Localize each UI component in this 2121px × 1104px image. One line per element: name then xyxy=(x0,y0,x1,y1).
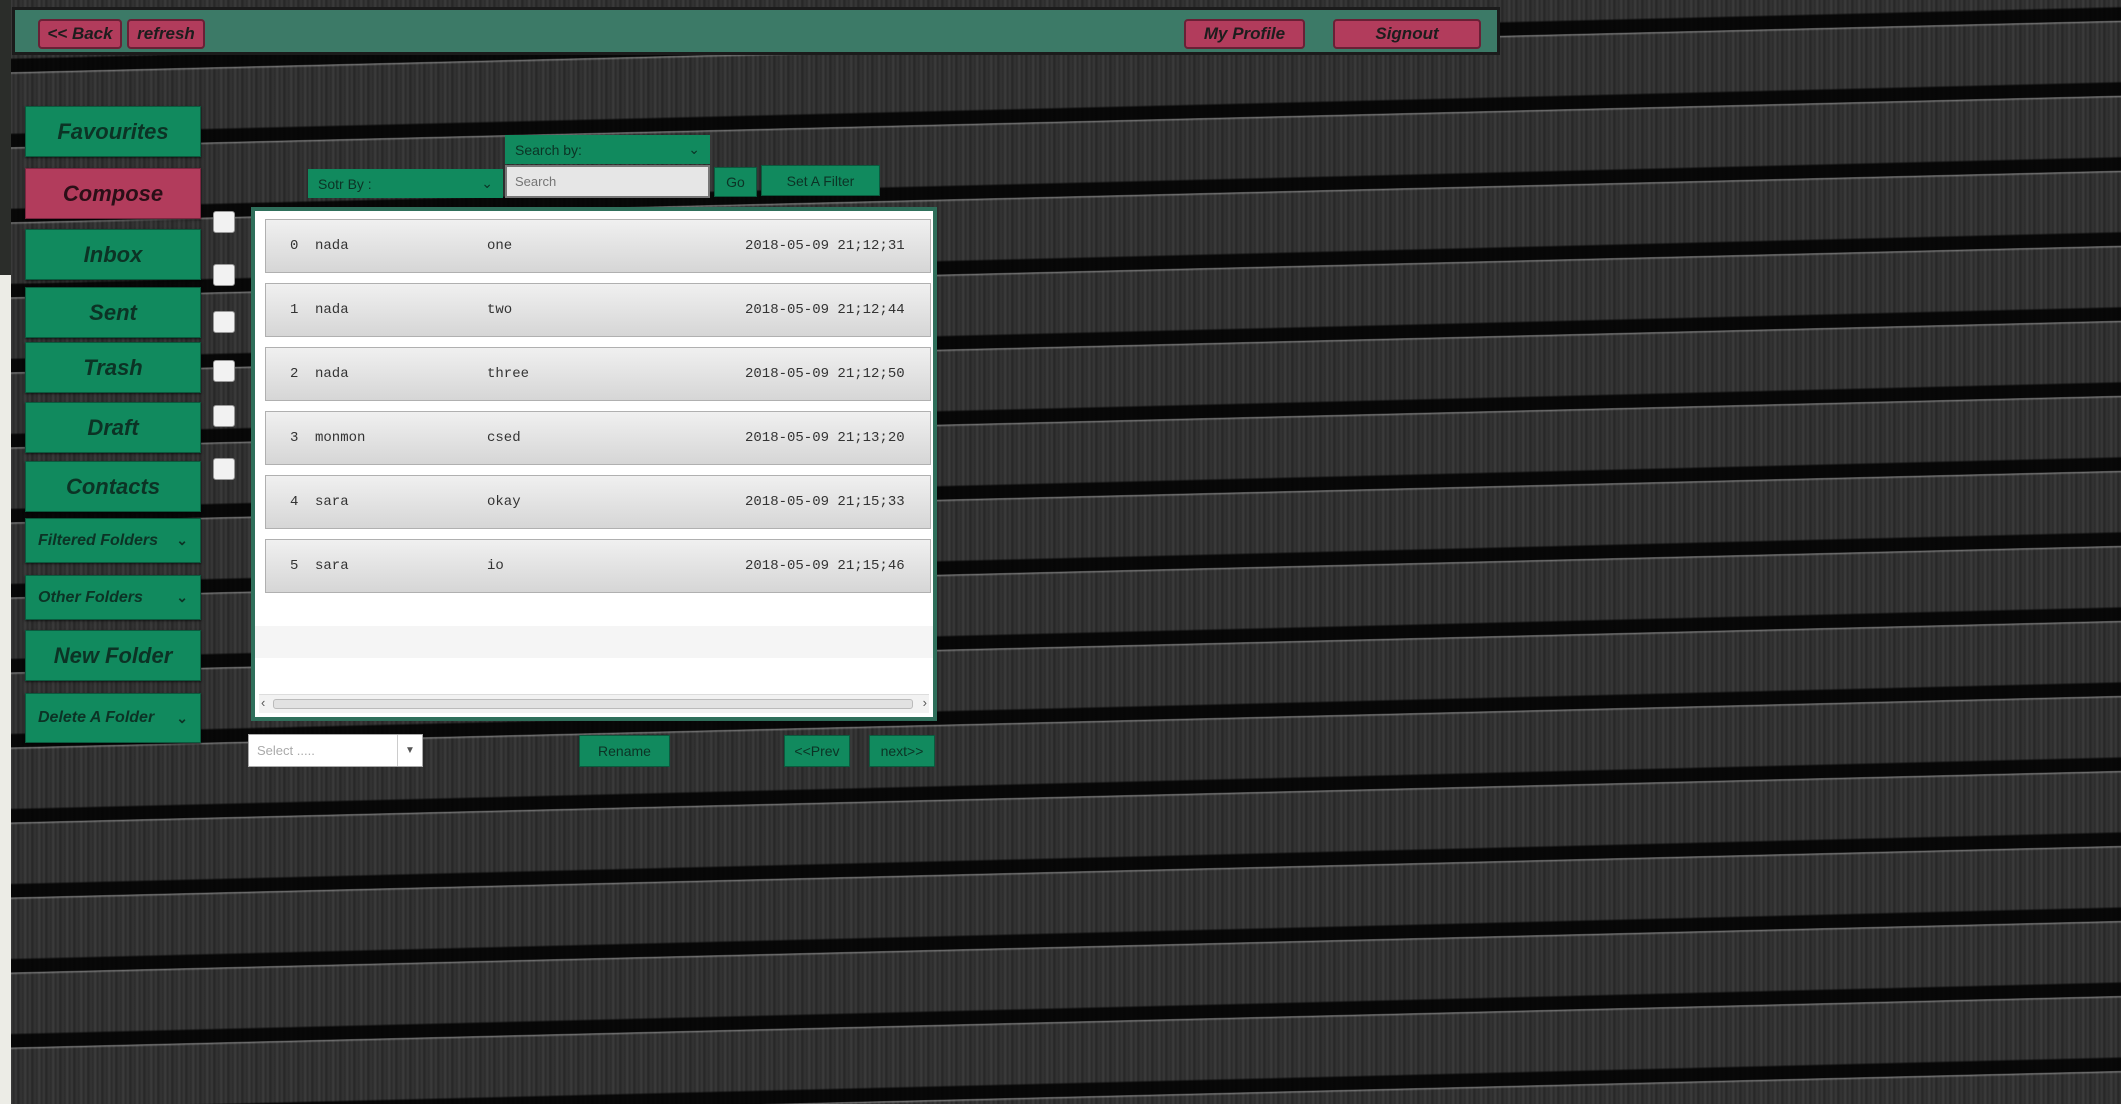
row-sender: sara xyxy=(315,494,349,510)
chevron-down-icon: ⌄ xyxy=(176,532,188,548)
row-date: 2018-05-09 21;12;44 xyxy=(745,302,905,318)
sidebar-item-inbox[interactable]: Inbox xyxy=(25,229,201,280)
row-index: 1 xyxy=(290,302,299,318)
row-sender: monmon xyxy=(315,430,366,446)
message-checkbox[interactable] xyxy=(213,311,235,333)
chevron-down-icon: ⌄ xyxy=(176,709,188,726)
table-row[interactable]: 4 sara okay 2018-05-09 21;15;33 xyxy=(265,475,931,529)
new-folder-button[interactable]: New Folder xyxy=(25,630,201,681)
row-date: 2018-05-09 21;12;31 xyxy=(745,238,905,254)
search-by-dropdown[interactable]: Search by: ⌄ xyxy=(505,135,710,164)
row-subject: two xyxy=(487,302,513,318)
search-input[interactable] xyxy=(505,165,710,198)
caret-down-icon[interactable]: ▼ xyxy=(397,735,422,766)
chevron-down-icon: ⌄ xyxy=(481,175,493,191)
row-index: 4 xyxy=(290,494,299,510)
other-folders-dropdown[interactable]: Other Folders ⌄ xyxy=(25,575,201,620)
message-list-panel: 0 nada one 2018-05-09 21;12;31 1 nada tw… xyxy=(251,207,937,721)
row-subject: io xyxy=(487,558,504,574)
row-subject: one xyxy=(487,238,513,254)
row-sender: sara xyxy=(315,558,349,574)
message-checkbox[interactable] xyxy=(213,211,235,233)
row-subject: three xyxy=(487,366,530,382)
sort-by-label: Sotr By : xyxy=(318,175,372,192)
message-checkbox[interactable] xyxy=(213,405,235,427)
row-date: 2018-05-09 21;15;33 xyxy=(745,494,905,510)
scrollbar-thumb[interactable] xyxy=(273,699,913,709)
row-date: 2018-05-09 21;12;50 xyxy=(745,366,905,382)
top-bar: << Back refresh My Profile Signout xyxy=(12,7,1500,55)
back-button[interactable]: << Back xyxy=(38,19,122,49)
horizontal-scrollbar[interactable]: ‹ › xyxy=(259,694,929,713)
folder-select[interactable]: Select ..... ▼ xyxy=(248,734,423,767)
other-folders-label: Other Folders xyxy=(38,588,143,606)
refresh-button[interactable]: refresh xyxy=(127,19,205,49)
chevron-down-icon: ⌄ xyxy=(176,589,188,605)
table-row[interactable]: 2 nada three 2018-05-09 21;12;50 xyxy=(265,347,931,401)
filtered-folders-dropdown[interactable]: Filtered Folders ⌄ xyxy=(25,518,201,563)
next-page-button[interactable]: next>> xyxy=(869,735,935,767)
message-checkbox[interactable] xyxy=(213,264,235,286)
table-row[interactable]: 0 nada one 2018-05-09 21;12;31 xyxy=(265,219,931,273)
table-row[interactable]: 3 monmon csed 2018-05-09 21;13;20 xyxy=(265,411,931,465)
rename-button[interactable]: Rename xyxy=(579,735,670,767)
sidebar-item-compose[interactable]: Compose xyxy=(25,168,201,219)
chevron-left-icon[interactable]: ‹ xyxy=(261,695,265,710)
filtered-folders-label: Filtered Folders xyxy=(38,531,159,549)
empty-row-stripe xyxy=(255,626,933,658)
prev-page-button[interactable]: <<Prev xyxy=(784,735,850,767)
folder-select-placeholder: Select ..... xyxy=(257,743,315,758)
sidebar-item-favourites[interactable]: Favourites xyxy=(25,106,201,157)
go-button[interactable]: Go xyxy=(714,167,757,197)
row-index: 2 xyxy=(290,366,299,382)
row-date: 2018-05-09 21;13;20 xyxy=(745,430,905,446)
row-subject: csed xyxy=(487,430,521,446)
delete-folder-dropdown[interactable]: Delete A Folder ⌄ xyxy=(25,693,201,743)
row-date: 2018-05-09 21;15;46 xyxy=(745,558,905,574)
my-profile-button[interactable]: My Profile xyxy=(1184,19,1305,49)
table-row[interactable]: 5 sara io 2018-05-09 21;15;46 xyxy=(265,539,931,593)
chevron-down-icon: ⌄ xyxy=(688,141,700,157)
chevron-right-icon[interactable]: › xyxy=(923,695,927,710)
search-by-label: Search by: xyxy=(515,141,582,158)
row-subject: okay xyxy=(487,494,521,510)
table-row[interactable]: 1 nada two 2018-05-09 21;12;44 xyxy=(265,283,931,337)
row-index: 0 xyxy=(290,238,299,254)
set-filter-button[interactable]: Set A Filter xyxy=(761,165,880,196)
sidebar-item-sent[interactable]: Sent xyxy=(25,287,201,338)
row-sender: nada xyxy=(315,302,349,318)
message-checkbox[interactable] xyxy=(213,458,235,480)
row-sender: nada xyxy=(315,366,349,382)
delete-folder-label: Delete A Folder xyxy=(38,709,155,726)
row-index: 5 xyxy=(290,558,299,574)
sidebar-item-contacts[interactable]: Contacts xyxy=(25,461,201,512)
sidebar-item-draft[interactable]: Draft xyxy=(25,402,201,453)
sort-by-dropdown[interactable]: Sotr By : ⌄ xyxy=(308,169,503,198)
message-checkbox[interactable] xyxy=(213,360,235,382)
signout-button[interactable]: Signout xyxy=(1333,19,1481,49)
row-sender: nada xyxy=(315,238,349,254)
row-index: 3 xyxy=(290,430,299,446)
left-edge-light xyxy=(0,275,11,1104)
sidebar-item-trash[interactable]: Trash xyxy=(25,342,201,393)
